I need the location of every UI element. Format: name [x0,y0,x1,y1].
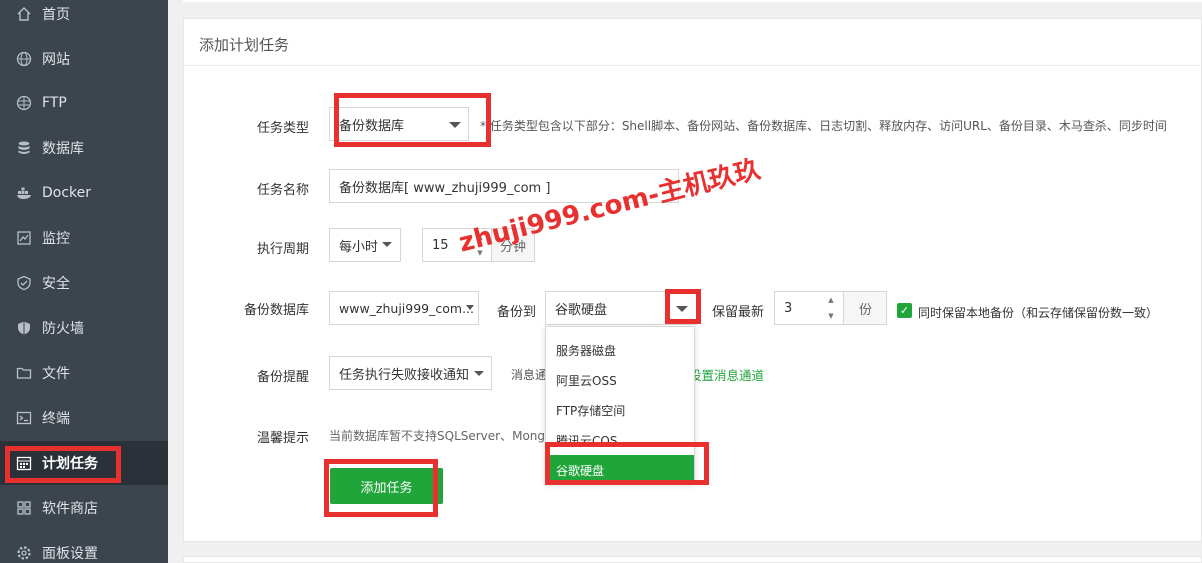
period-number-value: 15 [432,237,449,253]
keep-number-value: 3 [784,300,793,316]
chevron-down-icon [382,242,392,247]
monitor-icon [16,230,32,246]
sidebar-item-docker[interactable]: Docker [0,171,168,215]
backup-to-label: 备份到 [496,305,536,320]
home-icon [16,6,32,22]
dropdown-option[interactable]: 阿里云OSS [546,365,694,395]
tip-text: 当前数据库暂不支持SQLServer、Mongo [329,429,553,443]
sidebar-item-terminal[interactable]: 终端 [0,396,168,440]
sidebar-item-firewall[interactable]: 防火墙 [0,306,168,350]
notify-value: 任务执行失败接收通知 [339,367,470,383]
shield-check-icon [16,275,32,291]
task-type-select[interactable]: 备份数据库 [329,107,469,141]
period-label: 执行周期 [256,242,309,257]
sidebar-item-label: 首页 [42,7,70,23]
next-card-edge [183,556,1202,563]
firewall-shield-icon [16,320,32,336]
divider [184,65,1201,66]
docker-icon [16,185,32,201]
sidebar-item-label: 数据库 [42,141,84,157]
check-icon: ✓ [899,304,910,317]
terminal-icon [16,410,32,426]
keep-stepper[interactable]: ▲ ▼ [823,292,839,324]
calendar-icon [16,455,32,471]
task-type-label: 任务类型 [256,121,309,136]
keep-label: 保留最新 [711,305,764,320]
sidebar-item-label: Docker [42,185,92,201]
folder-icon [16,365,32,381]
sidebar-item-home[interactable]: 首页 [0,0,168,36]
sidebar-item-panel-settings[interactable]: 面板设置 [0,531,168,563]
backup-to-select[interactable]: 谷歌硬盘 [545,291,697,325]
add-task-card: 添加计划任务 任务类型 备份数据库 * 任务类型包含以下部分：Shell脚本、备… [183,18,1202,542]
period-unit-value: 每小时 [339,239,379,255]
gear-icon [16,545,32,561]
tip-label: 温馨提示 [256,431,309,446]
chevron-down-icon [449,122,461,128]
sidebar-item-label: 监控 [42,231,70,247]
sidebar-item-ftp[interactable]: FTP [0,81,168,125]
notify-label: 备份提醒 [256,370,309,385]
sidebar-item-label: 网站 [42,52,70,68]
sidebar-item-app-store[interactable]: 软件商店 [0,486,168,530]
grid-apps-icon [16,500,32,516]
sidebar-item-cron[interactable]: 计划任务 [0,441,168,485]
sidebar-item-database[interactable]: 数据库 [0,126,168,170]
keep-local-checkbox[interactable]: ✓ [897,303,912,318]
card-top-edge [183,0,1202,2]
backup-db-value: www_zhuji999_com... [339,300,474,316]
notify-select[interactable]: 任务执行失败接收通知 [329,356,492,390]
dropdown-option[interactable]: 腾讯云COS [546,425,694,455]
sidebar-item-website[interactable]: 网站 [0,37,168,81]
dropdown-option-selected[interactable]: 谷歌硬盘 [546,455,694,485]
sidebar-item-label: 安全 [42,276,70,292]
chevron-down-icon [474,371,484,376]
set-channel-link[interactable]: 设置消息通道 [689,365,764,384]
task-name-label: 任务名称 [256,183,309,198]
sidebar-item-label: 计划任务 [42,456,98,472]
ftp-globe-icon [16,95,32,111]
dropdown-option[interactable]: 服务器磁盘 [546,335,694,365]
sidebar-item-files[interactable]: 文件 [0,351,168,395]
stepper-down-icon[interactable]: ▼ [823,308,839,324]
task-name-value: 备份数据库[ www_zhuji999_com ] [339,180,551,196]
watermark-text: zhuji999.com-主机玖玖 [455,154,764,259]
dropdown-option[interactable]: FTP存储空间 [546,395,694,425]
notify-channel-prefix: 消息通 [511,368,548,382]
task-type-hint: * 任务类型包含以下部分：Shell脚本、备份网站、备份数据库、日志切割、释放内… [480,119,1167,133]
keep-suffix-text: 份 [859,302,873,318]
keep-local-label: 同时保留本地备份（和云存储保留份数一致） [918,306,1159,320]
keep-suffix: 份 [843,291,887,325]
backup-db-label: 备份数据库 [243,303,309,318]
sidebar: 首页 网站 FTP 数据库 Docker 监控 安全 防火墙 文件 终端 计划任… [0,0,168,563]
add-task-button-label: 添加任务 [360,480,413,496]
sidebar-item-security[interactable]: 安全 [0,261,168,305]
task-type-value: 备份数据库 [339,118,405,134]
stepper-up-icon[interactable]: ▲ [823,292,839,308]
add-task-button[interactable]: 添加任务 [330,468,443,504]
sidebar-item-label: 面板设置 [42,546,98,562]
sidebar-item-monitor[interactable]: 监控 [0,216,168,260]
sidebar-item-label: FTP [42,95,67,111]
sidebar-item-label: 软件商店 [42,501,98,517]
card-title: 添加计划任务 [199,36,290,54]
backup-to-dropdown: 服务器磁盘 阿里云OSS FTP存储空间 腾讯云COS 谷歌硬盘 [545,326,695,485]
sidebar-item-label: 终端 [42,411,70,427]
backup-to-value: 谷歌硬盘 [555,302,608,318]
sidebar-item-label: 防火墙 [42,321,84,337]
globe-icon [16,51,32,67]
database-icon [16,140,32,156]
sidebar-item-label: 文件 [42,366,70,382]
